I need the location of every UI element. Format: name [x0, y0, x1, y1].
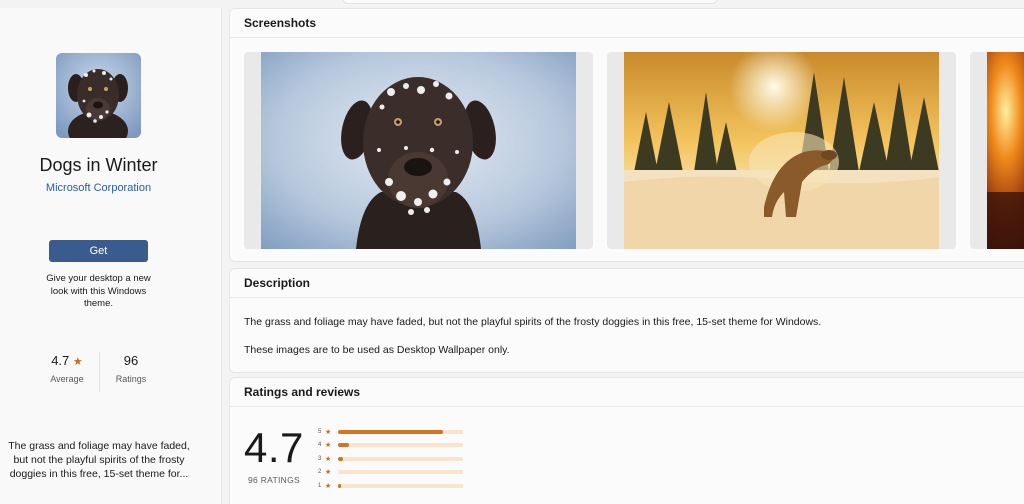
- star-icon: ★: [325, 455, 332, 463]
- rating-row-stars: 4: [318, 442, 322, 449]
- rating-bar-track: [338, 443, 463, 448]
- rating-row-2: 2 ★: [318, 466, 463, 480]
- rating-row-stars: 5: [318, 428, 322, 435]
- ratings-count-stat: 96 Ratings: [110, 353, 152, 384]
- rating-bar-fill: [338, 443, 350, 448]
- rating-row-3: 3 ★: [318, 452, 463, 466]
- screenshot-2[interactable]: [607, 52, 956, 249]
- rating-bar-fill: [338, 483, 341, 488]
- ratings-count-value: 96: [123, 353, 139, 368]
- ratings-heading: Ratings and reviews: [230, 378, 1024, 407]
- screenshots-card: Screenshots: [229, 8, 1024, 262]
- publisher-link[interactable]: Microsoft Corporation: [0, 182, 197, 194]
- average-rating-value: 4.7: [51, 353, 70, 368]
- screenshot-3[interactable]: [970, 52, 1024, 249]
- star-icon: ★: [325, 482, 332, 490]
- app-summary-panel: Dogs in Winter Microsoft Corporation Get…: [0, 8, 222, 504]
- star-icon: ★: [325, 442, 332, 450]
- ratings-count: 96 RATINGS: [248, 475, 300, 485]
- star-icon: ★: [325, 469, 332, 477]
- rating-bar-track: [338, 456, 463, 461]
- search-box[interactable]: [342, 0, 718, 4]
- app-title: Dogs in Winter: [39, 155, 158, 175]
- ratings-count-label: Ratings: [115, 374, 147, 384]
- rating-row-stars: 1: [318, 482, 322, 489]
- rating-row-stars: 2: [318, 469, 322, 476]
- description-paragraph-2: These images are to be used as Desktop W…: [244, 344, 510, 356]
- store-page: Dogs in Winter Microsoft Corporation Get…: [0, 0, 1024, 504]
- description-paragraph-1: The grass and foliage may have faded, bu…: [244, 316, 822, 328]
- screenshots-heading: Screenshots: [230, 9, 1024, 38]
- ratings-average: 4.7: [244, 424, 304, 471]
- rating-bar-track: [338, 483, 463, 488]
- rating-row-1: 1 ★: [318, 479, 463, 493]
- rating-row-4: 4 ★: [318, 439, 463, 453]
- rating-row-stars: 3: [318, 455, 322, 462]
- app-icon: [56, 53, 141, 138]
- rating-distribution: 5 ★ 4 ★ 3 ★ 2 ★ 1 ★: [318, 425, 463, 493]
- description-card: Description The grass and foliage may ha…: [229, 268, 1024, 373]
- short-description: Give your desktop a new look with this W…: [46, 273, 151, 309]
- rating-row-5: 5 ★: [318, 425, 463, 439]
- get-button[interactable]: Get: [49, 240, 148, 262]
- rating-bar-track: [338, 470, 463, 475]
- ratings-card: Ratings and reviews 4.7 96 RATINGS 5 ★ 4…: [229, 377, 1024, 504]
- long-description-excerpt: The grass and foliage may have faded, bu…: [8, 440, 190, 480]
- stat-divider: [99, 352, 100, 392]
- rating-bar-track: [338, 429, 463, 434]
- average-rating-stat: 4.7 ★ Average: [44, 353, 90, 384]
- screenshot-1[interactable]: [244, 52, 593, 249]
- rating-bar-fill: [338, 429, 443, 434]
- description-heading: Description: [230, 269, 1024, 298]
- average-rating-label: Average: [50, 374, 84, 384]
- star-icon: ★: [72, 356, 83, 368]
- rating-bar-fill: [338, 456, 343, 461]
- star-icon: ★: [325, 428, 332, 436]
